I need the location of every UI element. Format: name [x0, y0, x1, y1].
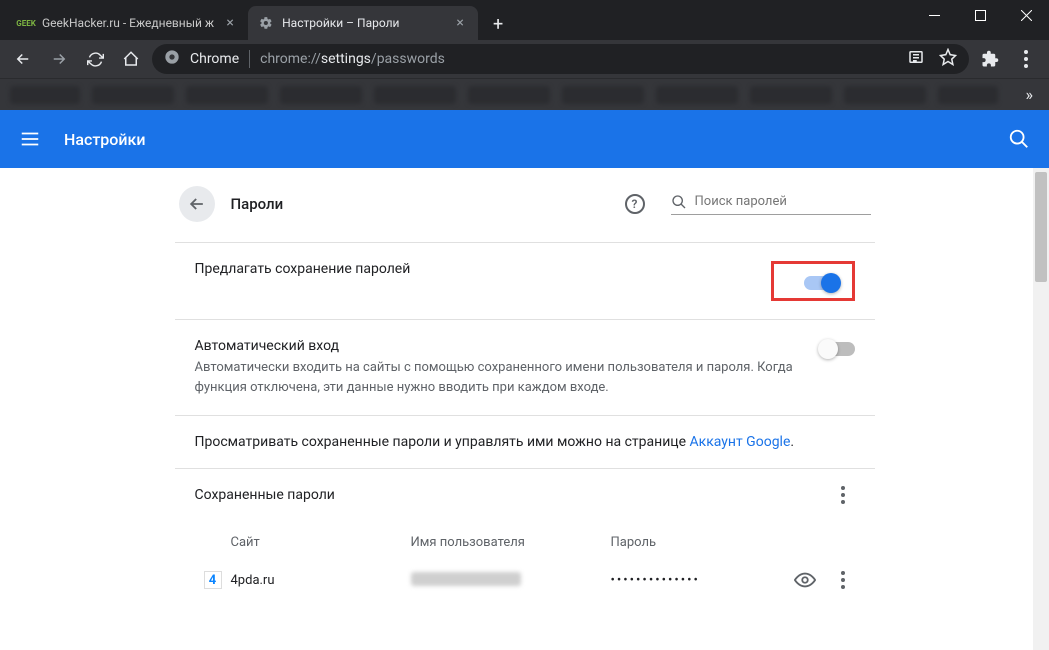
entry-password-masked: ••••••••••••••	[611, 573, 787, 588]
chrome-logo-icon	[164, 49, 180, 69]
scroll-area: Пароли ? Предлагать сохранение паролей А…	[0, 168, 1049, 650]
bookmarks-bar: »	[0, 78, 1049, 110]
scrollbar-track[interactable]	[1033, 168, 1049, 650]
help-icon[interactable]: ?	[625, 194, 645, 214]
window-controls	[911, 0, 1049, 30]
entry-more-button[interactable]	[831, 568, 855, 592]
tab-inactive[interactable]: GEEK GeekHacker.ru - Ежедневный ж ×	[8, 6, 248, 40]
reload-button[interactable]	[80, 44, 110, 74]
favicon-geek: GEEK	[18, 15, 34, 31]
offer-save-toggle[interactable]	[804, 276, 838, 290]
password-entry: 4 4pda.ru ••••••••••••••	[175, 556, 875, 604]
new-tab-button[interactable]: +	[484, 10, 512, 38]
offer-save-row: Предлагать сохранение паролей	[175, 242, 875, 319]
more-menu-button[interactable]	[831, 483, 855, 507]
table-columns: Сайт Имя пользователя Пароль	[175, 521, 875, 556]
bookmark-star-icon[interactable]	[939, 48, 957, 70]
bookmark-item[interactable]	[92, 86, 174, 104]
back-button[interactable]	[179, 186, 215, 222]
bookmark-item[interactable]	[750, 86, 832, 104]
bookmark-item[interactable]	[280, 86, 362, 104]
show-password-button[interactable]	[787, 569, 823, 591]
tab-title: GeekHacker.ru - Ежедневный ж	[42, 16, 214, 30]
settings-appbar: Настройки	[0, 110, 1049, 168]
col-password: Пароль	[611, 535, 855, 550]
close-icon[interactable]: ×	[222, 15, 238, 31]
close-icon[interactable]: ×	[452, 15, 468, 31]
back-button[interactable]	[8, 44, 38, 74]
card-header: Пароли ?	[175, 186, 875, 242]
address-bar[interactable]: Chrome chrome://settings/passwords	[152, 44, 969, 74]
browser-menu-button[interactable]	[1011, 44, 1041, 74]
bookmark-item[interactable]	[186, 86, 268, 104]
page-content: Настройки Пароли ? Предлагать сохранение…	[0, 110, 1049, 650]
bookmark-item[interactable]	[374, 86, 456, 104]
entry-site[interactable]: 4pda.ru	[231, 573, 411, 588]
bookmark-item[interactable]	[844, 86, 926, 104]
browser-toolbar: Chrome chrome://settings/passwords	[0, 40, 1049, 78]
separator	[249, 50, 250, 68]
bookmark-item[interactable]	[938, 86, 998, 104]
col-user: Имя пользователя	[411, 535, 611, 550]
password-search[interactable]	[671, 194, 871, 215]
search-icon[interactable]	[1007, 127, 1031, 151]
bookmark-item[interactable]	[468, 86, 550, 104]
maximize-button[interactable]	[957, 0, 1003, 30]
auto-signin-desc: Автоматически входить на сайты с помощью…	[195, 358, 801, 397]
bookmarks-overflow-button[interactable]: »	[1020, 85, 1040, 104]
search-icon	[671, 194, 687, 210]
extensions-button[interactable]	[975, 44, 1005, 74]
scrollbar-thumb[interactable]	[1035, 172, 1047, 282]
tab-active[interactable]: Настройки – Пароли ×	[248, 6, 478, 40]
highlight-annotation	[771, 261, 855, 301]
appbar-title: Настройки	[64, 130, 985, 149]
home-button[interactable]	[116, 44, 146, 74]
url-text: chrome://settings/passwords	[260, 51, 897, 67]
offer-save-label: Предлагать сохранение паролей	[195, 261, 751, 277]
search-input[interactable]	[695, 194, 871, 209]
entry-username	[411, 571, 611, 590]
auto-signin-label: Автоматический вход	[195, 338, 801, 354]
manage-account-text: Просматривать сохраненные пароли и управ…	[195, 434, 855, 450]
saved-passwords-title: Сохраненные пароли	[195, 487, 831, 503]
auto-signin-toggle[interactable]	[821, 342, 855, 356]
bookmark-item[interactable]	[10, 86, 80, 104]
window-titlebar: GEEK GeekHacker.ru - Ежедневный ж × Наст…	[0, 0, 1049, 40]
bookmark-item[interactable]	[562, 86, 644, 104]
menu-icon[interactable]	[18, 127, 42, 151]
auto-signin-row: Автоматический вход Автоматически входит…	[175, 319, 875, 415]
reading-list-icon[interactable]	[907, 48, 925, 70]
tab-strip: GEEK GeekHacker.ru - Ежедневный ж × Наст…	[0, 0, 911, 40]
passwords-card: Пароли ? Предлагать сохранение паролей А…	[175, 168, 875, 650]
saved-passwords-header: Сохраненные пароли	[175, 468, 875, 521]
url-scheme-label: Chrome	[190, 51, 239, 67]
col-site: Сайт	[231, 535, 411, 550]
manage-account-row: Просматривать сохраненные пароли и управ…	[175, 415, 875, 468]
tab-title: Настройки – Пароли	[282, 16, 444, 30]
site-favicon: 4	[195, 571, 231, 589]
bookmark-item[interactable]	[656, 86, 738, 104]
forward-button[interactable]	[44, 44, 74, 74]
minimize-button[interactable]	[911, 0, 957, 30]
google-account-link[interactable]: Аккаунт Google	[690, 434, 791, 450]
close-window-button[interactable]	[1003, 0, 1049, 30]
gear-icon	[258, 15, 274, 31]
page-title: Пароли	[231, 195, 609, 213]
